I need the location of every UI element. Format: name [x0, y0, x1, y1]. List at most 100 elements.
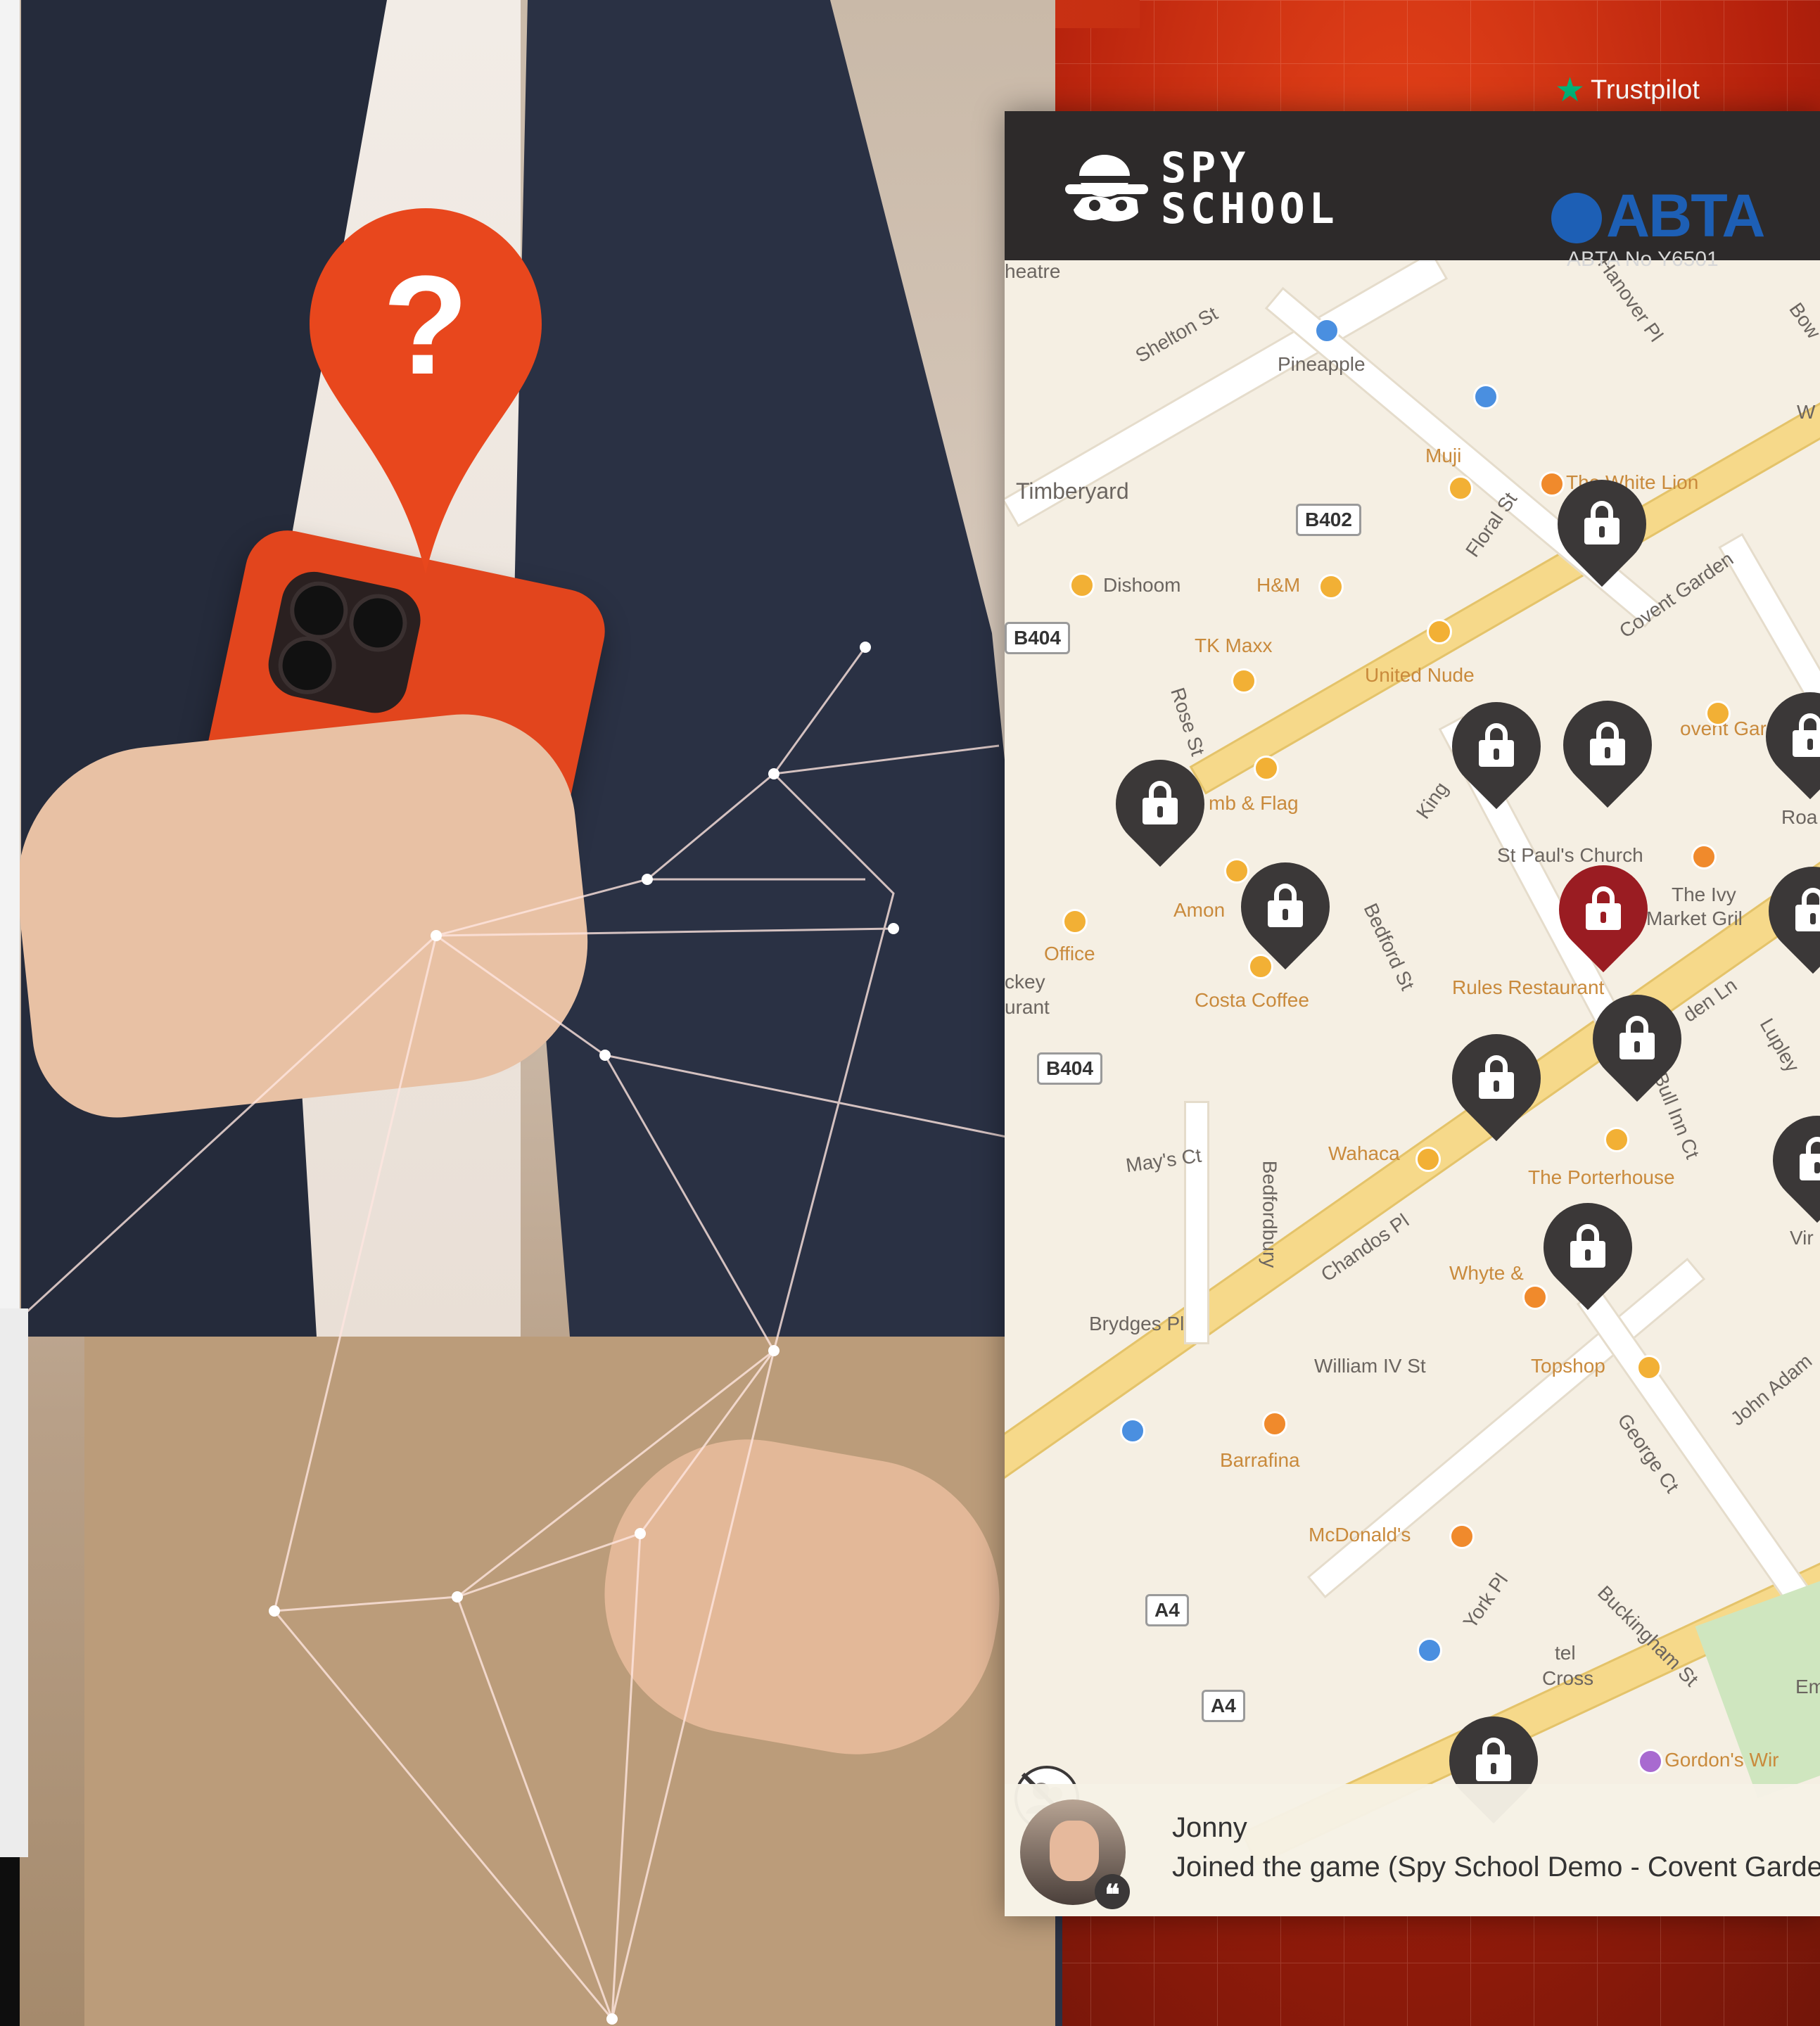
- poi-marker-icon[interactable]: [1705, 701, 1731, 726]
- active-mission-pin[interactable]: [1540, 846, 1667, 978]
- poi-marker-icon[interactable]: [1473, 384, 1498, 409]
- map-label: Barrafina: [1220, 1449, 1300, 1471]
- map-label: Bow: [1785, 298, 1820, 343]
- spy-hat-logo-icon: [1065, 155, 1148, 222]
- map-label: Brydges Pl: [1089, 1313, 1185, 1334]
- poi-marker-icon[interactable]: [1448, 476, 1473, 501]
- map-road: [1184, 1101, 1209, 1344]
- locked-mission-pin[interactable]: [1544, 682, 1671, 813]
- map-label: mb & Flag: [1209, 792, 1299, 814]
- poi-marker-icon[interactable]: [1691, 844, 1717, 869]
- map-label: The Porterhouse: [1528, 1166, 1675, 1188]
- map-label: St Paul's Church: [1497, 844, 1643, 866]
- lock-icon: [1795, 888, 1820, 931]
- poi-marker-icon[interactable]: [1449, 1524, 1475, 1549]
- map-label: ckey: [1005, 971, 1045, 993]
- game-map[interactable]: heatre Shelton St Pineapple Hanover Pl B…: [1005, 260, 1820, 1892]
- map-label: Cross: [1542, 1667, 1594, 1689]
- poi-marker-icon[interactable]: [1638, 1749, 1663, 1774]
- locked-mission-pin[interactable]: [1750, 848, 1820, 979]
- map-label: William IV St: [1314, 1355, 1426, 1377]
- trustpilot-label: ★ Trustpilot: [1555, 72, 1700, 109]
- camera-lens-icon: [284, 575, 353, 645]
- lock-icon: [1793, 713, 1820, 757]
- locked-mission-pin[interactable]: [1222, 843, 1349, 975]
- map-label: Amon: [1173, 899, 1226, 921]
- map-label: John Adam: [1726, 1349, 1816, 1430]
- poi-marker-icon[interactable]: [1415, 1147, 1441, 1172]
- app-screenshot-card: SPY SCHOOL heatre Shelton St Pineapple H…: [1005, 111, 1820, 1916]
- lock-icon: [1476, 1738, 1511, 1781]
- trustpilot-star-icon: ★: [1555, 72, 1586, 109]
- abta-badge[interactable]: ABTA ABTA No Y6501: [1551, 182, 1765, 276]
- map-label: Office: [1044, 943, 1095, 964]
- locked-mission-pin[interactable]: [1747, 673, 1820, 805]
- lock-icon: [1268, 884, 1303, 927]
- poi-marker-icon[interactable]: [1069, 573, 1095, 598]
- notification-message: Joined the game (Spy School Demo - Coven…: [1172, 1852, 1820, 1882]
- locked-mission-pin[interactable]: [1574, 976, 1700, 1107]
- map-label: Gordon's Wir: [1665, 1749, 1779, 1771]
- poi-marker-icon[interactable]: [1314, 318, 1339, 343]
- abta-number: ABTA No Y6501: [1567, 248, 1719, 271]
- map-label: heatre: [1005, 260, 1061, 282]
- locked-mission-pin[interactable]: [1097, 741, 1223, 872]
- locked-mission-pin[interactable]: [1433, 683, 1560, 815]
- poi-marker-icon[interactable]: [1262, 1411, 1287, 1436]
- question-location-pin-icon: ?: [310, 208, 542, 574]
- poi-marker-icon[interactable]: [1417, 1638, 1442, 1663]
- map-label: Wahaca: [1328, 1142, 1400, 1164]
- poi-marker-icon[interactable]: [1427, 619, 1452, 644]
- map-label: King: [1411, 777, 1453, 823]
- map-label: Whyte &: [1449, 1262, 1524, 1284]
- map-label: H&M: [1256, 574, 1301, 596]
- road-shield: B402: [1296, 504, 1361, 536]
- hand-holding-phone: [4, 703, 602, 1126]
- map-label: Rose St: [1166, 684, 1209, 759]
- quote-icon: ❝: [1095, 1874, 1130, 1911]
- poi-marker-icon[interactable]: [1231, 668, 1256, 694]
- poi-marker-icon[interactable]: [1062, 909, 1088, 934]
- lock-icon: [1584, 501, 1619, 544]
- lock-icon: [1570, 1224, 1605, 1268]
- map-label: Costa Coffee: [1195, 989, 1309, 1011]
- poi-marker-icon[interactable]: [1254, 756, 1279, 781]
- lock-icon: [1479, 723, 1514, 767]
- poi-marker-icon[interactable]: [1120, 1418, 1145, 1444]
- map-label: Em: [1795, 1676, 1820, 1697]
- map-label: Bedford St: [1359, 900, 1419, 994]
- map-label: Dishoom: [1103, 574, 1181, 596]
- poi-marker-icon[interactable]: [1318, 574, 1344, 599]
- road-shield: A4: [1202, 1690, 1245, 1722]
- lock-icon: [1590, 722, 1625, 765]
- locked-mission-pin[interactable]: [1539, 461, 1665, 592]
- poi-marker-icon[interactable]: [1636, 1355, 1662, 1380]
- lock-icon: [1619, 1016, 1655, 1059]
- brand-line-1: SPY: [1161, 144, 1250, 193]
- left-grey-panel: [0, 1308, 28, 1857]
- map-label: TK Maxx: [1195, 635, 1273, 656]
- locked-mission-pin[interactable]: [1433, 1015, 1560, 1147]
- locked-mission-pin[interactable]: [1525, 1184, 1651, 1315]
- map-label: United Nude: [1365, 664, 1475, 686]
- road-shield: A4: [1145, 1594, 1189, 1626]
- activity-notification[interactable]: ❝ Jonny Joined the game (Spy School Demo…: [1005, 1784, 1820, 1916]
- abta-wordmark: ABTA: [1606, 182, 1765, 250]
- camera-lens-icon: [273, 631, 342, 700]
- map-label: York Pl: [1458, 1569, 1513, 1633]
- locked-mission-pin[interactable]: [1754, 1097, 1820, 1228]
- brand-line-2: SCHOOL: [1161, 184, 1339, 234]
- notification-player-name: Jonny: [1172, 1812, 1247, 1843]
- road-shield: B404: [1005, 622, 1070, 654]
- map-road: [1306, 1257, 1706, 1599]
- map-label: W: [1797, 401, 1816, 423]
- svg-text:?: ?: [383, 247, 469, 404]
- map-label: Timberyard: [1016, 478, 1129, 504]
- road-shield: B404: [1037, 1052, 1102, 1085]
- camera-lens-icon: [343, 588, 413, 658]
- lock-icon: [1479, 1055, 1514, 1099]
- abta-globe-icon: [1551, 193, 1602, 243]
- brand-wordmark: SPY SCHOOL: [1161, 144, 1339, 234]
- poi-marker-icon[interactable]: [1604, 1127, 1629, 1152]
- map-label: Roa: [1781, 806, 1818, 828]
